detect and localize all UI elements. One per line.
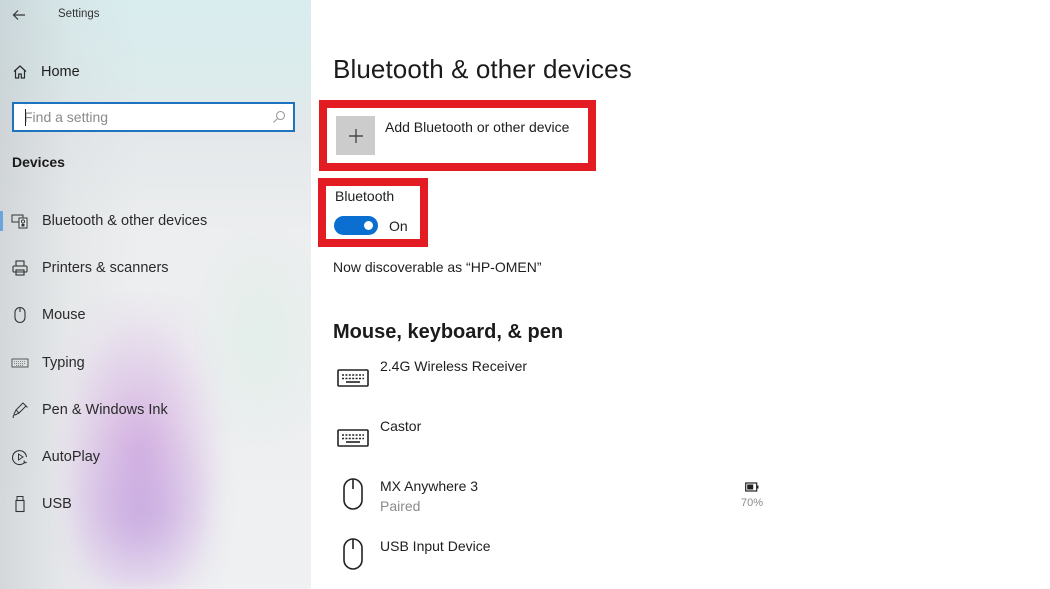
text-caret (25, 109, 26, 126)
sidebar-item-pen[interactable]: Pen & Windows Ink (0, 386, 311, 433)
sidebar-item-autoplay[interactable]: AutoPlay (0, 433, 311, 480)
keyboard-icon (337, 364, 369, 392)
sidebar-item-label: AutoPlay (42, 449, 101, 466)
sidebar-item-bluetooth[interactable]: Bluetooth & other devices (0, 197, 311, 244)
device-name: Castor (380, 418, 422, 434)
sidebar-item-usb[interactable]: USB (0, 481, 311, 528)
sidebar-item-label: Mouse (42, 307, 86, 324)
pen-icon (11, 401, 29, 419)
back-button[interactable] (8, 5, 30, 25)
keyboard-icon (11, 354, 29, 372)
autoplay-icon (11, 448, 29, 466)
sidebar-item-label: Bluetooth & other devices (42, 212, 208, 229)
keyboard-icon (337, 424, 369, 452)
mouse-icon (11, 306, 29, 324)
bluetooth-devices-icon (11, 212, 29, 230)
device-name: 2.4G Wireless Receiver (380, 358, 528, 374)
device-name: USB Input Device (380, 538, 491, 554)
app-title: Settings (58, 8, 100, 20)
bluetooth-label: Bluetooth (335, 188, 395, 204)
search-box[interactable] (12, 102, 295, 132)
device-item[interactable]: Castor (333, 418, 813, 466)
battery-icon (745, 482, 759, 492)
home-icon (13, 65, 27, 79)
discoverable-text: Now discoverable as “HP-OMEN” (333, 259, 542, 275)
home-label: Home (41, 64, 80, 80)
sidebar-item-printers[interactable]: Printers & scanners (0, 244, 311, 291)
sidebar-section-title: Devices (12, 154, 65, 170)
sidebar-item-label: Typing (42, 354, 85, 371)
sidebar-item-typing[interactable]: Typing (0, 339, 311, 386)
printer-icon (11, 259, 29, 277)
sidebar-item-label: Printers & scanners (42, 259, 169, 276)
sidebar-nav: Bluetooth & other devices Printers & sca… (0, 197, 311, 528)
bluetooth-toggle-state: On (389, 218, 408, 234)
mouse-icon (337, 478, 369, 510)
device-item[interactable]: 2.4G Wireless Receiver (333, 358, 813, 406)
sidebar-item-mouse[interactable]: Mouse (0, 292, 311, 339)
add-device-button[interactable]: Add Bluetooth or other device (336, 116, 569, 155)
sidebar: Settings Home Devices Bluetooth & (0, 0, 311, 589)
search-icon[interactable] (272, 110, 286, 124)
device-name: MX Anywhere 3 (380, 478, 479, 494)
arrow-left-icon (12, 10, 25, 20)
battery-percentage: 70% (741, 497, 764, 509)
mouse-icon (337, 538, 369, 570)
search-input[interactable] (14, 104, 293, 130)
bluetooth-toggle[interactable] (334, 216, 378, 235)
add-device-label: Add Bluetooth or other device (385, 119, 570, 135)
plus-icon (348, 128, 363, 143)
device-item[interactable]: USB Input Device (333, 538, 813, 586)
add-device-tile (336, 116, 375, 155)
title-bar: Settings (0, 0, 311, 32)
sidebar-item-home[interactable]: Home (12, 60, 80, 84)
page-title: Bluetooth & other devices (333, 54, 632, 84)
main-content: Bluetooth & other devices Add Bluetooth … (311, 0, 1050, 589)
section-title-mouse-keyboard-pen: Mouse, keyboard, & pen (333, 321, 564, 343)
device-status: Paired (380, 498, 421, 514)
sidebar-item-label: USB (42, 496, 72, 513)
toggle-knob (364, 221, 373, 230)
sidebar-item-label: Pen & Windows Ink (42, 401, 168, 418)
usb-icon (11, 495, 29, 513)
